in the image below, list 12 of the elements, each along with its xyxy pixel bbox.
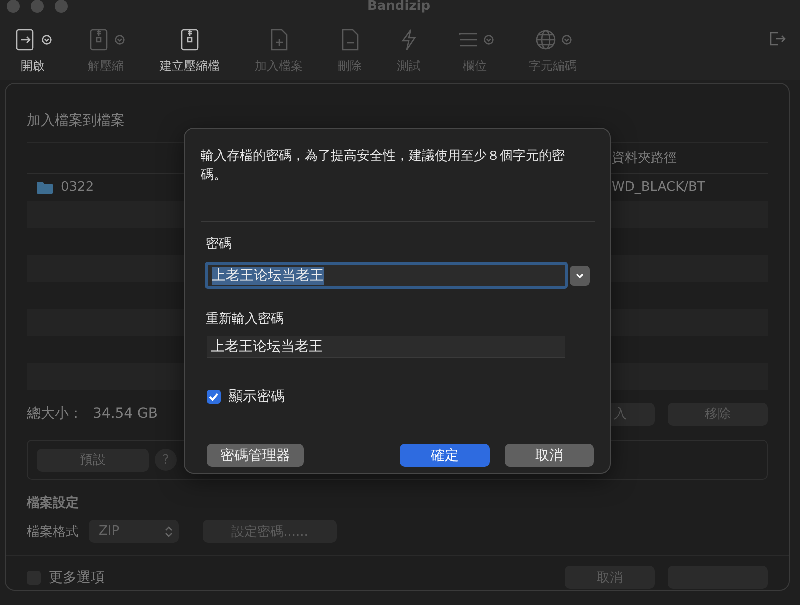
folder-path: WD_BLACK/BT xyxy=(612,180,706,195)
password-label: 密碼 xyxy=(206,236,233,253)
format-label: 檔案格式 xyxy=(27,524,79,540)
confirm-password-label: 重新輸入密碼 xyxy=(206,311,285,328)
checkbox-label: 顯示密碼 xyxy=(229,388,285,406)
sheet-title: 加入檔案到檔案 xyxy=(27,112,126,130)
dialog-message: 輸入存檔的密碼，為了提高安全性，建議使用至少８個字元的密碼。 xyxy=(201,148,566,185)
file-name: 0322 xyxy=(61,180,94,195)
section-title: 檔案設定 xyxy=(27,494,80,512)
checkbox-label: 更多選項 xyxy=(49,568,105,586)
total-size-value: 34.54 GB xyxy=(93,406,158,422)
total-size-label: 總大小： xyxy=(27,405,83,423)
